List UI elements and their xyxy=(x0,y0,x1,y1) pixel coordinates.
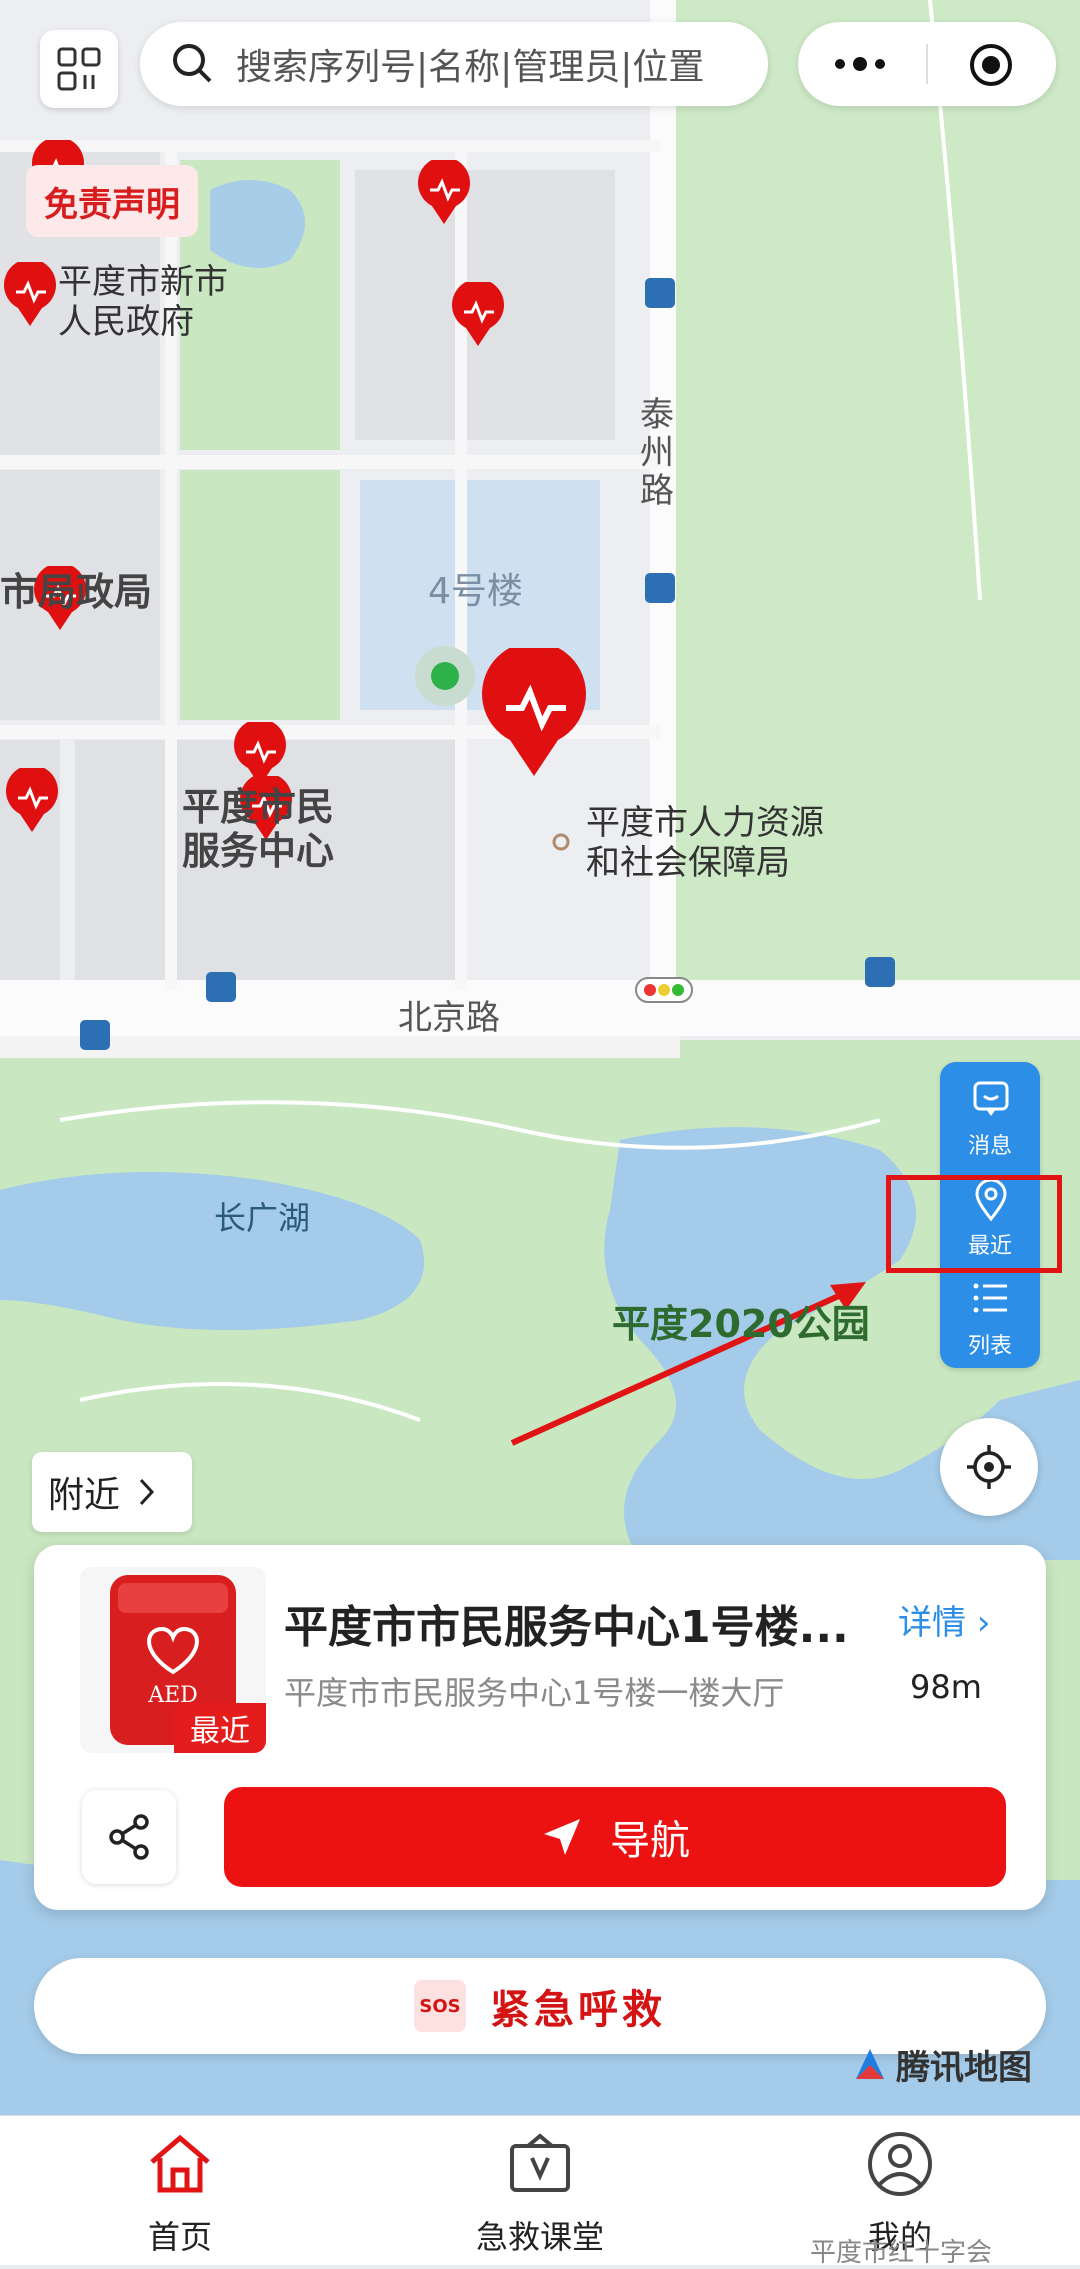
aed-pin[interactable] xyxy=(0,262,60,328)
share-button[interactable] xyxy=(82,1790,176,1884)
profile-icon xyxy=(868,2132,932,2196)
nearest-tag: 最近 xyxy=(174,1703,266,1753)
tab-label: 急救课堂 xyxy=(475,2218,604,2256)
locate-me-button[interactable] xyxy=(940,1418,1038,1516)
message-icon xyxy=(973,1081,1009,1116)
share-icon xyxy=(109,1814,149,1860)
grid-icon xyxy=(57,47,101,91)
tencent-map-logo: 腾讯地图 xyxy=(850,2040,1032,2089)
aed-pin[interactable] xyxy=(448,282,508,348)
nearby-button[interactable]: 附近 xyxy=(32,1452,192,1532)
home-icon xyxy=(150,2134,210,2193)
more-icon[interactable] xyxy=(832,52,888,76)
navigation-arrow-icon xyxy=(544,1819,580,1855)
detail-link[interactable]: 详情 › xyxy=(898,1595,990,1644)
aed-address: 平度市市民服务中心1号楼一楼大厅 xyxy=(284,1674,785,1712)
classroom-icon xyxy=(510,2133,570,2192)
map-label-hr-bureau: 平度市人力资源 和社会保障局 xyxy=(586,803,824,883)
map-label-building4: 4号楼 xyxy=(428,571,523,612)
top-bar: 搜索序列号|名称|管理员|位置 xyxy=(0,0,1080,130)
search-placeholder: 搜索序列号|名称|管理员|位置 xyxy=(236,47,705,88)
map-label-taizhou-road: 泰 州 路 xyxy=(640,395,674,511)
side-item-label: 列表 xyxy=(967,1334,1012,1359)
map-label-gov: 平度市新市 人民政府 xyxy=(58,262,228,342)
navigate-label: 导航 xyxy=(610,1818,690,1864)
chevron-right-icon: › xyxy=(976,1603,991,1643)
map-label-park: 平度2020公园 xyxy=(612,1302,870,1346)
aed-pin-selected[interactable] xyxy=(474,648,594,780)
sos-icon: SOS xyxy=(414,1980,466,2032)
watermark: 平度市红十字会 xyxy=(810,2238,993,2268)
map-label-bureau: 市局政局 xyxy=(0,570,153,614)
side-item-list[interactable]: 列表 xyxy=(940,1268,1040,1368)
aed-pin[interactable] xyxy=(414,160,474,226)
tab-label: 首页 xyxy=(147,2218,212,2256)
aed-name: 平度市市民服务中心1号楼... xyxy=(284,1602,849,1653)
navigate-button[interactable]: 导航 xyxy=(224,1787,1006,1887)
list-icon xyxy=(973,1283,1007,1313)
side-item-label: 消息 xyxy=(967,1134,1012,1159)
tab-classroom[interactable]: 急救课堂 xyxy=(440,2116,640,2265)
search-bar[interactable]: 搜索序列号|名称|管理员|位置 xyxy=(140,22,768,106)
aed-info-card[interactable]: AED 最近 平度市市民服务中心1号楼... 平度市市民服务中心1号楼一楼大厅 … xyxy=(34,1545,1046,1910)
tab-home[interactable]: 首页 xyxy=(80,2116,280,2265)
mini-program-capsule xyxy=(798,22,1056,106)
close-capsule-icon[interactable] xyxy=(968,42,1014,88)
tencent-map-icon xyxy=(856,2048,884,2079)
chevron-right-icon xyxy=(139,1478,155,1506)
grid-menu-button[interactable] xyxy=(40,30,118,108)
aed-pin[interactable] xyxy=(2,768,62,834)
emergency-call-label: 紧急呼救 xyxy=(490,1987,666,2033)
search-icon xyxy=(173,44,212,83)
nearby-label: 附近 xyxy=(48,1475,121,1516)
map-label-beijing-road: 北京路 xyxy=(398,998,500,1038)
crosshair-icon xyxy=(967,1445,1011,1489)
side-item-messages[interactable]: 消息 xyxy=(940,1068,1040,1168)
disclaimer-button[interactable]: 免责声明 xyxy=(26,165,198,237)
map-label-lake: 长广湖 xyxy=(214,1199,311,1237)
highlight-box xyxy=(886,1175,1062,1273)
aed-distance: 98m xyxy=(910,1668,982,1706)
map-label-service-center: 平度市民 服务中心 xyxy=(182,785,335,873)
